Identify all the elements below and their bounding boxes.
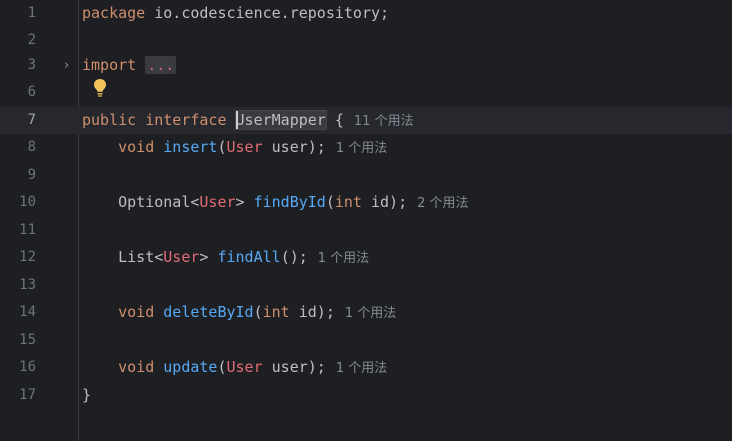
- code-line[interactable]: 12 List<User> findAll(); 1 个用法: [0, 244, 732, 271]
- line-number: 14: [19, 304, 36, 320]
- import-keyword: import: [82, 56, 137, 74]
- line-number: 17: [19, 387, 36, 403]
- int-keyword: int: [334, 193, 362, 211]
- interface-keyword: interface: [145, 111, 227, 129]
- code-line[interactable]: 15: [0, 327, 732, 354]
- line-number: 10: [19, 194, 36, 210]
- line-number: 13: [19, 277, 36, 293]
- void-keyword: void: [118, 358, 155, 376]
- code-line[interactable]: 8 void insert(User user); 1 个用法: [0, 134, 732, 161]
- close-brace: }: [82, 386, 92, 404]
- text-caret: [235, 110, 238, 129]
- line-number: 15: [19, 332, 36, 348]
- code-line[interactable]: 13: [0, 272, 732, 299]
- line-number: 1: [27, 5, 36, 21]
- method-findall[interactable]: findAll: [217, 248, 280, 266]
- interface-name[interactable]: UserMapper: [234, 110, 327, 130]
- public-keyword: public: [82, 111, 137, 129]
- class-ref-user[interactable]: User: [199, 193, 235, 211]
- list-type: List<: [118, 248, 164, 266]
- line-number: 12: [19, 249, 36, 265]
- int-keyword: int: [262, 303, 290, 321]
- paren: (: [217, 358, 227, 376]
- method-deletebyid[interactable]: deleteById: [163, 303, 253, 321]
- usage-hint[interactable]: 1 个用法: [345, 306, 396, 321]
- line-number: 9: [27, 167, 36, 183]
- method-insert[interactable]: insert: [163, 138, 217, 156]
- paren: (: [253, 303, 263, 321]
- paren: (: [325, 193, 335, 211]
- usage-hint[interactable]: 11 个用法: [354, 114, 414, 129]
- lightbulb-icon[interactable]: [92, 78, 108, 98]
- code-line[interactable]: 2: [0, 27, 732, 54]
- line-number: 7: [27, 112, 36, 128]
- line-number: 16: [19, 359, 36, 375]
- code-line[interactable]: 14 void deleteById(int id); 1 个用法: [0, 299, 732, 326]
- optional-type: Optional<: [118, 193, 200, 211]
- param-text: id);: [361, 193, 408, 211]
- class-ref-user[interactable]: User: [227, 358, 263, 376]
- code-editor[interactable]: 1 package io.codescience.repository; 2 3…: [0, 0, 732, 441]
- code-line[interactable]: 17 }: [0, 382, 732, 409]
- usage-hint[interactable]: 2 个用法: [417, 196, 468, 211]
- usage-hint[interactable]: 1 个用法: [318, 251, 369, 266]
- generic-close: >: [199, 248, 218, 266]
- code-line[interactable]: 11: [0, 217, 732, 244]
- code-line[interactable]: 9: [0, 162, 732, 189]
- code-line[interactable]: 16 void update(User user); 1 个用法: [0, 354, 732, 381]
- paren: ();: [280, 248, 308, 266]
- usage-hint[interactable]: 1 个用法: [336, 361, 387, 376]
- chevron-right-icon[interactable]: ›: [64, 52, 76, 79]
- param-text: id);: [289, 303, 335, 321]
- line-number: 3: [27, 57, 36, 73]
- void-keyword: void: [118, 138, 155, 156]
- line-number: 8: [27, 139, 36, 155]
- code-line-current[interactable]: 7 public interface UserMapper {11 个用法: [0, 107, 732, 134]
- open-brace: {: [325, 111, 344, 129]
- line-number: 2: [27, 32, 36, 48]
- package-name: io.codescience.repository;: [145, 4, 390, 22]
- param-text: user);: [262, 138, 326, 156]
- code-line[interactable]: 10 Optional<User> findById(int id); 2 个用法: [0, 189, 732, 216]
- generic-close: >: [235, 193, 254, 211]
- line-number: 6: [27, 84, 36, 100]
- void-keyword: void: [118, 303, 155, 321]
- code-line[interactable]: 1 package io.codescience.repository;: [0, 0, 732, 27]
- method-update[interactable]: update: [163, 358, 217, 376]
- usage-hint[interactable]: 1 个用法: [336, 141, 387, 156]
- collapsed-imports[interactable]: ...: [145, 56, 177, 74]
- package-keyword: package: [82, 4, 146, 22]
- param-text: user);: [262, 358, 326, 376]
- code-line[interactable]: 6: [0, 79, 732, 106]
- paren: (: [217, 138, 227, 156]
- class-ref-user[interactable]: User: [227, 138, 263, 156]
- class-ref-user[interactable]: User: [163, 248, 199, 266]
- method-findbyid[interactable]: findById: [254, 193, 326, 211]
- line-number: 11: [19, 222, 36, 238]
- code-line[interactable]: 3 › import ...: [0, 52, 732, 79]
